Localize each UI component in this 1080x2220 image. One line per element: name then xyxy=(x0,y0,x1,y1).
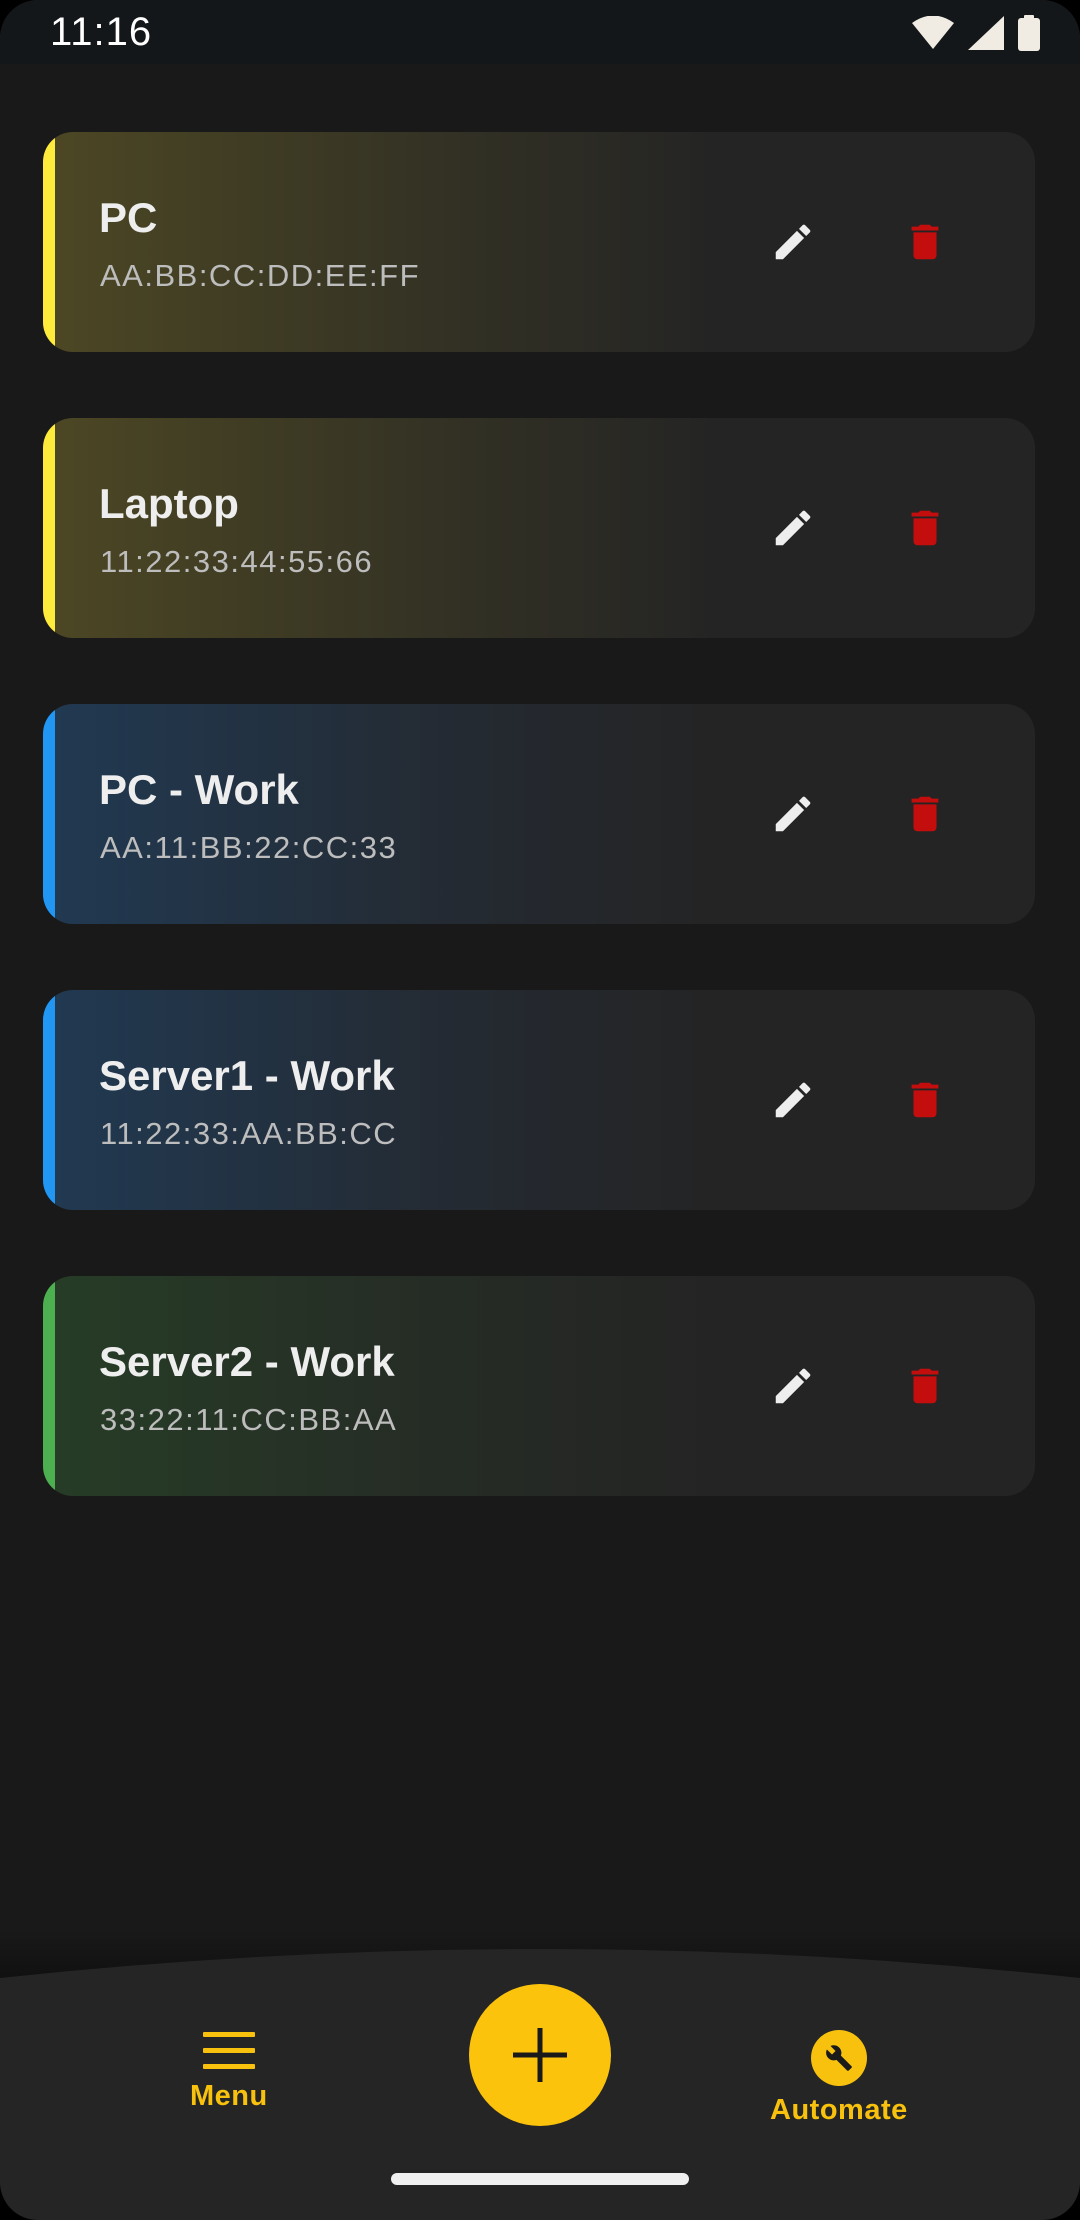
card-glow xyxy=(43,418,1035,638)
device-name: Server2 - Work xyxy=(99,1338,395,1385)
device-mac-address: 33:22:11:CC:BB:AA xyxy=(100,1402,398,1437)
edit-device-button[interactable] xyxy=(763,498,823,558)
device-name: Server1 - Work xyxy=(99,1052,395,1099)
device-card[interactable]: Server2 - Work 33:22:11:CC:BB:AA xyxy=(43,1276,1035,1496)
edit-device-button[interactable] xyxy=(763,1356,823,1416)
trash-icon xyxy=(911,1368,939,1404)
card-glow xyxy=(43,990,1035,1210)
pencil-icon xyxy=(775,510,811,546)
device-card[interactable]: PC AA:BB:CC:DD:EE:FF xyxy=(43,132,1035,352)
card-accent-bar xyxy=(43,704,55,924)
battery-icon xyxy=(1018,15,1040,51)
wrench-icon xyxy=(810,2030,867,2086)
device-mac-address: AA:BB:CC:DD:EE:FF xyxy=(100,258,421,293)
edit-device-button[interactable] xyxy=(763,784,823,844)
pencil-icon xyxy=(775,1082,811,1118)
menu-nav-button[interactable]: Menu xyxy=(190,2030,268,2113)
delete-device-button[interactable] xyxy=(895,212,955,272)
app-screen: 11:16 PC AA:BB:CC:DD:EE:FF Laptop 11:22:… xyxy=(0,0,1080,2220)
automate-label: Automate xyxy=(770,2094,908,2126)
card-accent-bar xyxy=(43,1276,55,1496)
pencil-icon xyxy=(775,1368,811,1404)
device-mac-address: AA:11:BB:22:CC:33 xyxy=(100,830,398,865)
trash-icon xyxy=(911,1082,939,1118)
automate-nav-button[interactable]: Automate xyxy=(770,2030,908,2127)
card-accent-bar xyxy=(43,132,55,352)
pencil-icon xyxy=(775,224,811,260)
status-bar: 11:16 xyxy=(0,0,1080,64)
menu-label: Menu xyxy=(190,2080,268,2112)
trash-icon xyxy=(911,224,939,260)
plus-icon xyxy=(513,2028,567,2082)
device-card[interactable]: Laptop 11:22:33:44:55:66 xyxy=(43,418,1035,638)
card-accent-bar xyxy=(43,990,55,1210)
delete-device-button[interactable] xyxy=(895,1070,955,1130)
device-card[interactable]: PC - Work AA:11:BB:22:CC:33 xyxy=(43,704,1035,924)
hamburger-menu-icon xyxy=(202,2032,255,2069)
edit-device-button[interactable] xyxy=(763,1070,823,1130)
pencil-icon xyxy=(775,796,811,832)
device-mac-address: 11:22:33:AA:BB:CC xyxy=(100,1116,398,1151)
card-glow xyxy=(43,132,1035,352)
device-name: Laptop xyxy=(99,480,239,527)
card-glow xyxy=(43,1276,1035,1496)
wifi-icon xyxy=(912,16,954,50)
cell-signal-icon xyxy=(968,16,1004,50)
delete-device-button[interactable] xyxy=(895,784,955,844)
status-time: 11:16 xyxy=(50,10,153,54)
card-accent-bar xyxy=(43,418,55,638)
home-indicator[interactable] xyxy=(391,2173,689,2185)
device-card[interactable]: Server1 - Work 11:22:33:AA:BB:CC xyxy=(43,990,1035,1210)
device-mac-address: 11:22:33:44:55:66 xyxy=(100,544,374,579)
status-icons xyxy=(912,14,1040,52)
delete-device-button[interactable] xyxy=(895,498,955,558)
device-name: PC - Work xyxy=(99,766,299,813)
add-device-button[interactable] xyxy=(469,1984,611,2126)
trash-icon xyxy=(911,510,939,546)
device-name: PC xyxy=(99,194,158,241)
card-glow xyxy=(43,704,1035,924)
trash-icon xyxy=(911,796,939,832)
delete-device-button[interactable] xyxy=(895,1356,955,1416)
edit-device-button[interactable] xyxy=(763,212,823,272)
